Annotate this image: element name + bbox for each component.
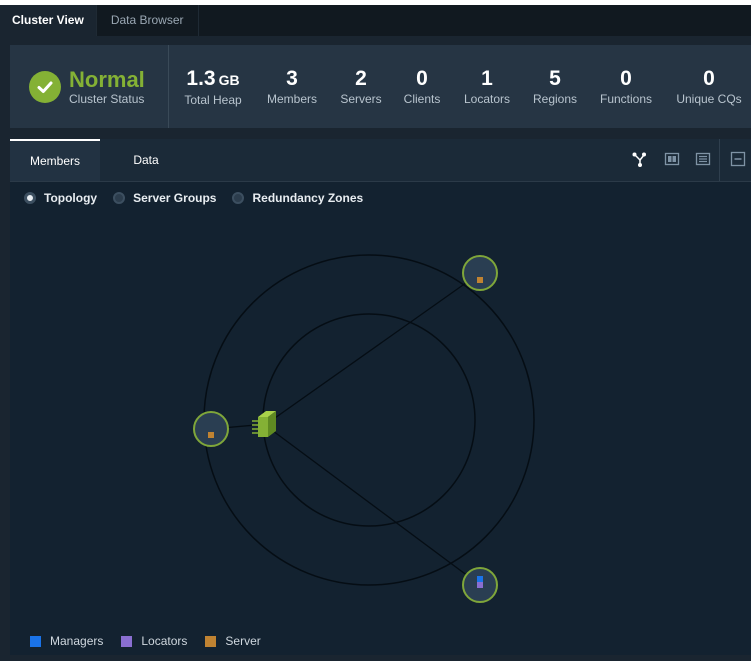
server-node-left[interactable] bbox=[193, 411, 229, 447]
metric-label: Clients bbox=[403, 92, 441, 106]
tab-data[interactable]: Data bbox=[110, 139, 182, 181]
legend-item-managers: Managers bbox=[30, 634, 103, 648]
metric-value: 2 bbox=[355, 67, 367, 90]
metric-regions: 5 Regions bbox=[528, 45, 582, 128]
metric-servers: 2 Servers bbox=[337, 45, 385, 128]
grid-view-icon[interactable] bbox=[664, 151, 680, 167]
inner-orbit bbox=[262, 313, 476, 527]
legend-label: Locators bbox=[141, 634, 188, 648]
legend-swatch bbox=[205, 635, 217, 647]
collapse-icon[interactable] bbox=[730, 151, 746, 167]
legend-swatch bbox=[121, 635, 133, 647]
member-type-legend: Managers Locators Server bbox=[30, 634, 279, 648]
legend-item-locators: Locators bbox=[121, 634, 187, 648]
tab-members[interactable]: Members bbox=[10, 139, 100, 181]
legend-label: Managers bbox=[50, 634, 104, 648]
status-value: Normal bbox=[69, 66, 145, 92]
manager-marker bbox=[477, 576, 483, 582]
metric-total-heap: 1.3 GB Total Heap bbox=[180, 45, 246, 128]
metric-value: 0 bbox=[620, 67, 632, 90]
server-marker bbox=[208, 432, 214, 438]
toolbar-divider bbox=[719, 139, 720, 181]
link-locator-server-bottom bbox=[264, 424, 481, 586]
server-cube-icon[interactable] bbox=[252, 411, 276, 437]
cluster-status-panel: Normal Cluster Status 1.3 GB Total Heap 3… bbox=[10, 45, 751, 128]
metric-locators: 1 Locators bbox=[459, 45, 515, 128]
legend-item-server: Server bbox=[205, 634, 261, 648]
server-marker bbox=[477, 277, 483, 283]
metric-label: Servers bbox=[340, 92, 382, 106]
members-tab-bar: Members Data bbox=[10, 139, 751, 182]
metric-value: 0 bbox=[416, 67, 428, 90]
main-tab-bar: Cluster View Data Browser bbox=[0, 5, 751, 36]
metric-value: 0 bbox=[703, 67, 715, 90]
topology-graph bbox=[193, 254, 535, 603]
metric-value: 1.3 bbox=[186, 66, 216, 90]
metric-label: Members bbox=[266, 92, 317, 106]
metric-label: Functions bbox=[599, 92, 653, 106]
metric-clients: 0 Clients bbox=[399, 45, 445, 128]
status-label: Cluster Status bbox=[69, 91, 145, 106]
metric-unit: GB bbox=[218, 71, 240, 88]
server-node-top[interactable] bbox=[462, 255, 498, 291]
legend-swatch bbox=[30, 635, 41, 647]
cluster-status: Normal Cluster Status bbox=[10, 45, 169, 128]
outer-orbit bbox=[203, 254, 535, 586]
metric-value: 3 bbox=[286, 67, 298, 90]
metric-label: Total Heap bbox=[184, 92, 242, 107]
metric-functions: 0 Functions bbox=[595, 45, 657, 128]
locator-node-bottom[interactable] bbox=[462, 567, 498, 603]
metric-unique-cqs: 0 Unique CQs bbox=[670, 45, 748, 128]
metric-value: 1 bbox=[481, 67, 493, 90]
check-circle-icon bbox=[29, 70, 61, 103]
metric-value: 5 bbox=[549, 67, 561, 90]
metric-label: Regions bbox=[532, 92, 578, 106]
members-panel: Members Data Topology Server Groups Redu… bbox=[10, 139, 751, 655]
tab-data-browser[interactable]: Data Browser bbox=[97, 5, 199, 36]
metric-label: Unique CQs bbox=[676, 92, 742, 106]
metric-members: 3 Members bbox=[262, 45, 322, 128]
legend-label: Server bbox=[225, 634, 261, 648]
locator-marker bbox=[477, 582, 483, 588]
metric-label: Locators bbox=[463, 92, 511, 106]
topology-icon[interactable] bbox=[631, 151, 647, 167]
table-view-icon[interactable] bbox=[695, 151, 711, 167]
tab-cluster-view[interactable]: Cluster View bbox=[0, 5, 97, 36]
